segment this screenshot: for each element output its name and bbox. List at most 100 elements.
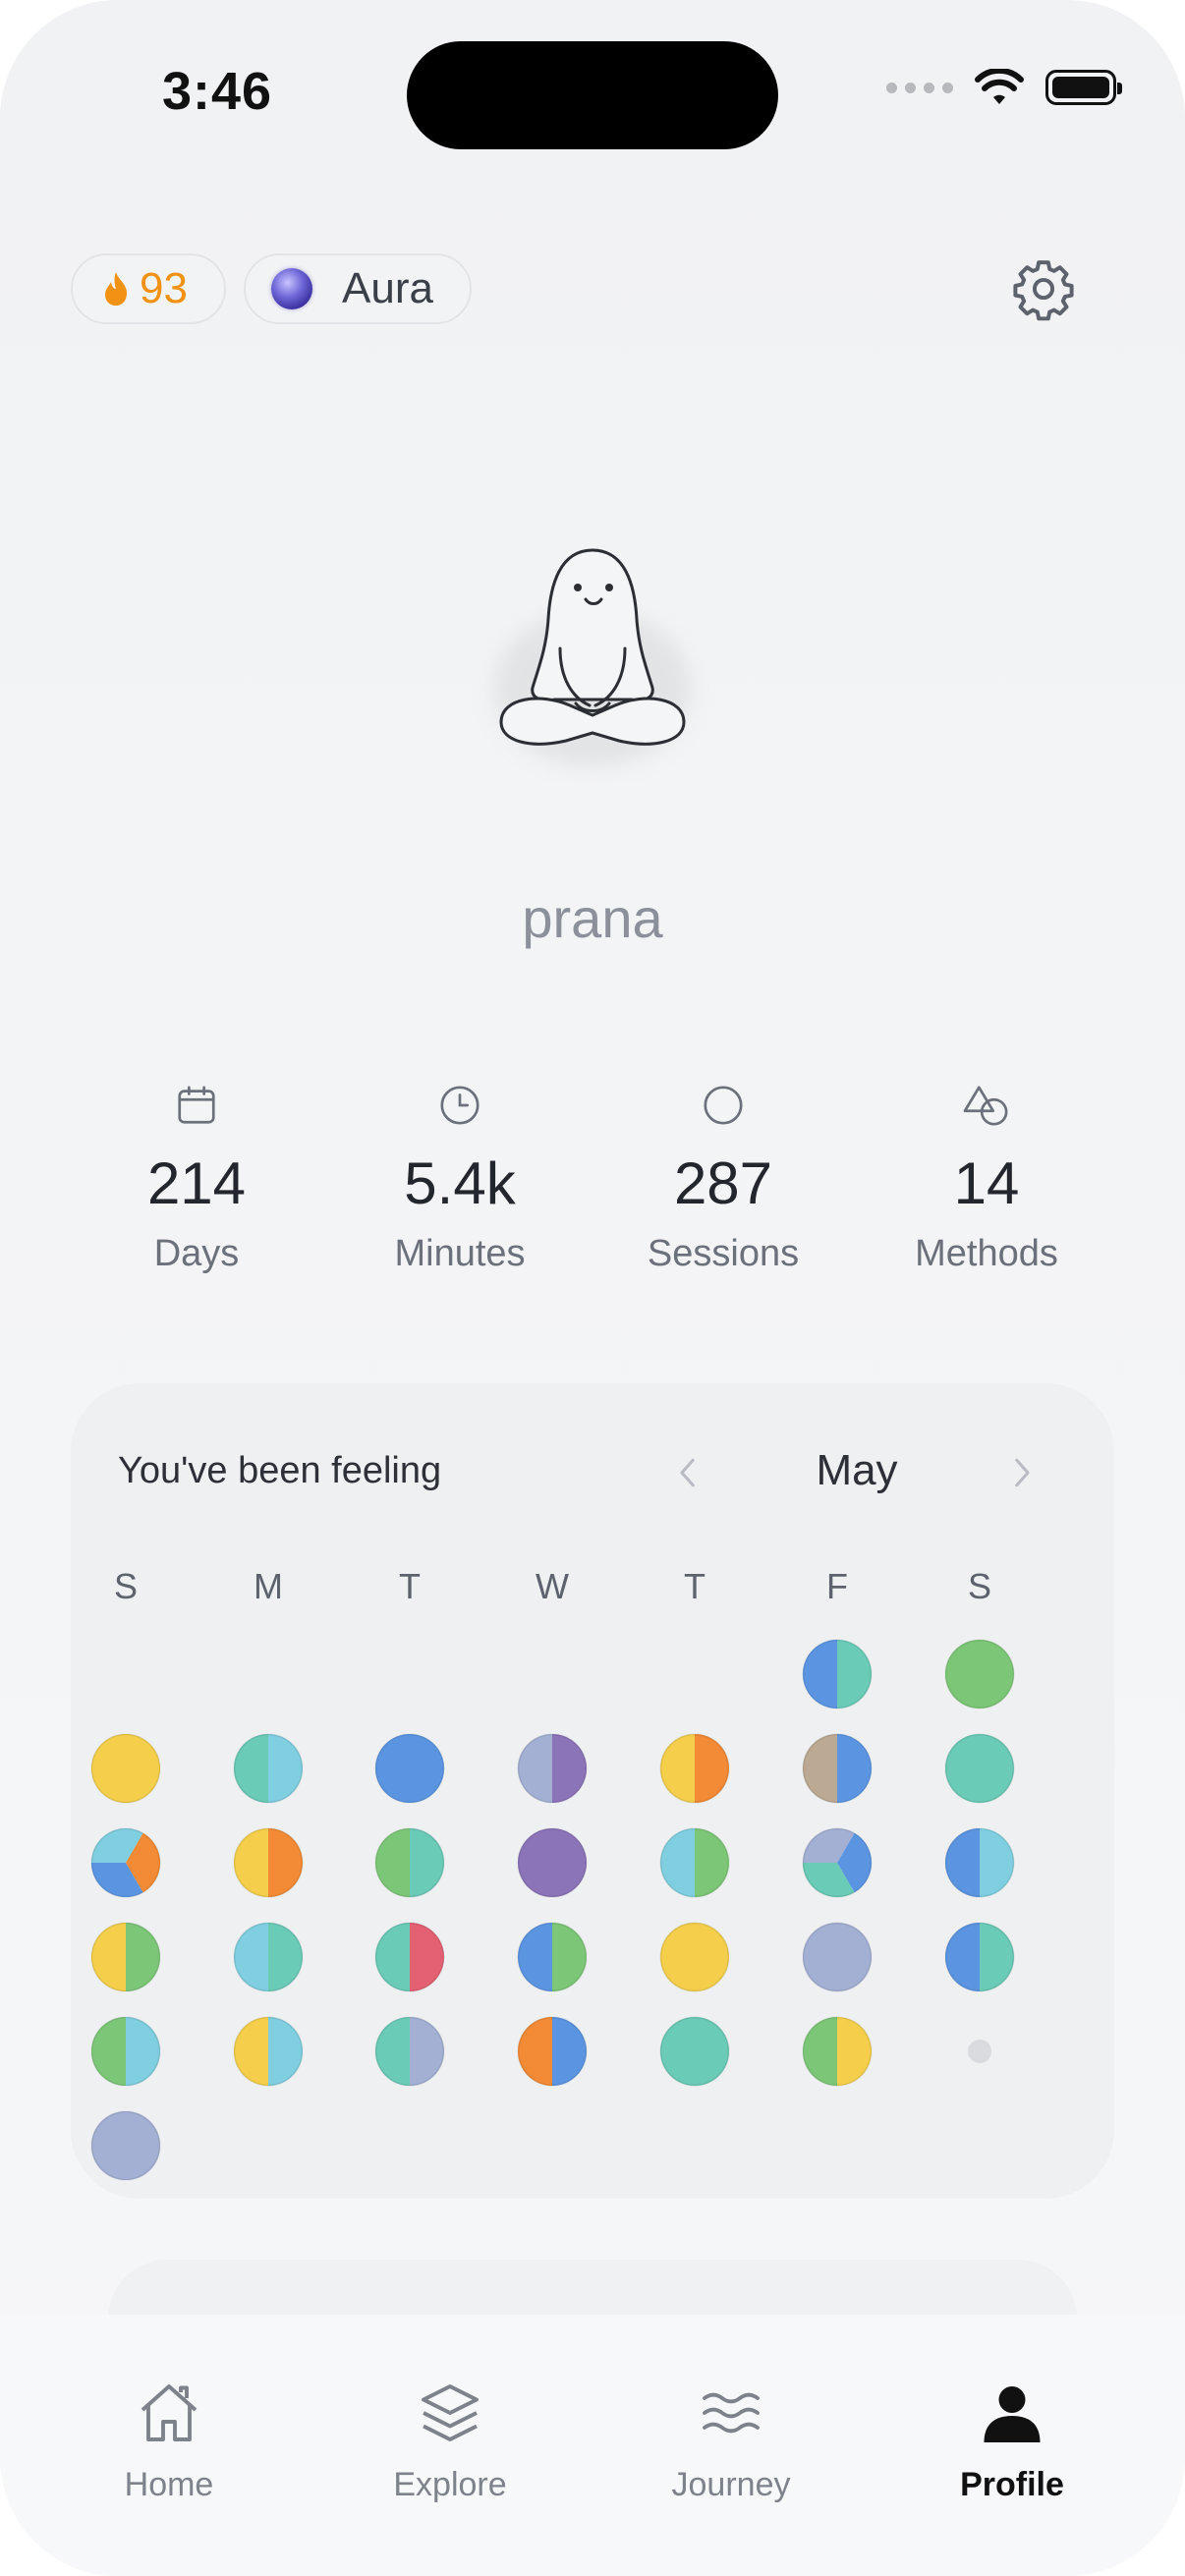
- tab-home[interactable]: Home: [71, 2376, 267, 2504]
- mood-day[interactable]: [90, 2016, 161, 2087]
- mood-day[interactable]: [517, 1922, 588, 1992]
- mood-day[interactable]: [802, 1733, 873, 1804]
- person-icon: [984, 2386, 1041, 2442]
- mood-day[interactable]: [659, 1733, 730, 1804]
- mood-day[interactable]: [90, 1733, 161, 1804]
- mood-segment: [660, 1734, 695, 1803]
- mood-day[interactable]: [374, 2016, 445, 2087]
- shapes-icon: [963, 1086, 1008, 1126]
- mood-day[interactable]: [802, 1922, 873, 1992]
- mood-day[interactable]: [517, 1827, 588, 1898]
- streak-badge[interactable]: 93: [71, 253, 226, 324]
- mood-segment: [375, 1923, 410, 1991]
- mood-day[interactable]: [659, 2016, 730, 2087]
- weekday-label: F: [826, 1566, 848, 1606]
- wifi-icon: [975, 69, 1024, 104]
- flame-icon: [105, 272, 128, 306]
- gear-icon[interactable]: [1010, 255, 1077, 322]
- mood-day[interactable]: [802, 1639, 873, 1709]
- mood-day[interactable]: [944, 1922, 1015, 1992]
- cellular-signal-icon: [886, 82, 953, 93]
- mood-segment: [375, 2017, 410, 2086]
- mood-segment: [552, 1923, 587, 1991]
- next-month-chevron-icon[interactable]: [1004, 1456, 1038, 1489]
- mood-segment: [410, 2017, 444, 2086]
- stat-minutes: 5.4k Minutes: [342, 1081, 578, 1275]
- mood-day[interactable]: [802, 1827, 873, 1898]
- previous-month-chevron-icon[interactable]: [672, 1456, 705, 1489]
- mood-segment: [268, 1734, 303, 1803]
- mood-segment: [234, 1923, 268, 1991]
- mood-segment: [410, 1828, 444, 1897]
- dynamic-island: [407, 41, 778, 149]
- tab-bar: Home Explore Journey Profile: [0, 2315, 1185, 2576]
- mood-day[interactable]: [517, 2016, 588, 2087]
- mood-segment: [980, 1828, 1014, 1897]
- mood-segment: [234, 1828, 268, 1897]
- mood-day[interactable]: [233, 1827, 304, 1898]
- mood-day[interactable]: [90, 1922, 161, 1992]
- stat-sessions: 287 Sessions: [605, 1081, 841, 1275]
- mood-day[interactable]: [517, 1733, 588, 1804]
- status-indicators: [886, 69, 1122, 106]
- stat-value: 287: [673, 1150, 773, 1216]
- mood-segment: [837, 1640, 872, 1708]
- mood-segment: [268, 1828, 303, 1897]
- mood-segment: [268, 1923, 303, 1991]
- stat-value: 214: [146, 1150, 247, 1216]
- tab-explore[interactable]: Explore: [352, 2376, 548, 2504]
- weekday-label: S: [967, 1566, 991, 1606]
- calendar-title: You've been feeling: [118, 1450, 442, 1491]
- aura-badge[interactable]: Aura: [244, 253, 472, 324]
- mood-segment: [803, 2017, 837, 2086]
- username: prana: [522, 887, 663, 949]
- meditating-ghost-mascot: [494, 548, 691, 766]
- mood-segment: [695, 1734, 729, 1803]
- mood-day[interactable]: [233, 1922, 304, 1992]
- stat-value: 14: [953, 1150, 1020, 1216]
- mood-segment: [91, 2017, 126, 2086]
- calendar-month: May: [816, 1446, 898, 1494]
- tab-profile[interactable]: Profile: [914, 2376, 1110, 2504]
- tab-journey[interactable]: Journey: [633, 2376, 829, 2504]
- mood-day[interactable]: [659, 1827, 730, 1898]
- mood-segment: [837, 1734, 872, 1803]
- mood-day[interactable]: [374, 1827, 445, 1898]
- mood-day[interactable]: [944, 1639, 1015, 1709]
- weekday-label: M: [254, 1566, 283, 1606]
- mood-segment: [837, 2017, 872, 2086]
- mood-day[interactable]: [90, 1827, 161, 1898]
- tab-label: Journey: [671, 2466, 791, 2503]
- mood-segment: [980, 1923, 1014, 1991]
- weekday-label: T: [684, 1566, 705, 1606]
- mood-segment: [234, 1734, 268, 1803]
- today-marker: [968, 2040, 991, 2063]
- mood-day[interactable]: [944, 1827, 1015, 1898]
- mood-day[interactable]: [659, 1922, 730, 1992]
- mood-segment: [518, 1734, 552, 1803]
- mood-segment: [91, 1923, 126, 1991]
- stat-days: 214 Days: [79, 1081, 314, 1275]
- mood-day[interactable]: [233, 2016, 304, 2087]
- phone-screen: 3:46 93 Aura prana 214 Days 5.4k Minutes…: [0, 0, 1185, 2576]
- mood-day[interactable]: [802, 2016, 873, 2087]
- tab-label: Profile: [960, 2466, 1064, 2503]
- mood-segment: [518, 2017, 552, 2086]
- mood-segment: [552, 1734, 587, 1803]
- tab-label: Explore: [393, 2466, 507, 2503]
- stat-value: 5.4k: [404, 1150, 516, 1216]
- battery-icon: [1045, 70, 1122, 105]
- mood-day[interactable]: [374, 1922, 445, 1992]
- mood-day[interactable]: [374, 1733, 445, 1804]
- mood-calendar-card: You've been feeling May S M T W T F S: [71, 1383, 1114, 2199]
- mood-day[interactable]: [944, 1733, 1015, 1804]
- mood-segment: [660, 1828, 695, 1897]
- mood-segment: [126, 2017, 160, 2086]
- tab-label: Home: [124, 2466, 214, 2503]
- aura-orb-icon: [271, 268, 312, 309]
- mood-segment: [518, 1923, 552, 1991]
- calendar-icon: [178, 1086, 215, 1124]
- mood-day[interactable]: [233, 1733, 304, 1804]
- mood-day[interactable]: [90, 2110, 161, 2181]
- mood-segment: [126, 1923, 160, 1991]
